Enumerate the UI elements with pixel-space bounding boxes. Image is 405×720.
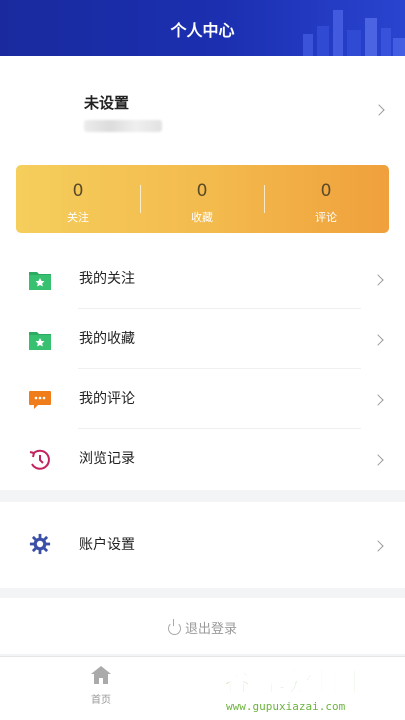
divider <box>78 368 361 369</box>
menu-item-history[interactable]: 浏览记录 <box>0 430 405 489</box>
stat-label: 评论 <box>315 211 337 224</box>
watermark-url: www.gupuxiazai.com <box>226 700 346 713</box>
stat-value: 0 <box>196 181 208 201</box>
profile-name: 未设置 <box>84 94 130 112</box>
menu-label: 我的收藏 <box>79 331 135 347</box>
profile-account-blurred <box>84 120 162 132</box>
logout-row: 退出登录 <box>0 618 405 637</box>
tab-label: 首页 <box>91 695 111 706</box>
menu-item-comments[interactable]: 我的评论 <box>0 370 405 429</box>
tab-home[interactable]: 首页 <box>51 657 151 720</box>
folder-star-icon <box>29 332 51 350</box>
stats-section: 0 关注 0 收藏 0 评论 <box>0 156 405 246</box>
stat-favorites[interactable]: 0 收藏 <box>140 165 264 233</box>
stat-value: 0 <box>320 181 332 201</box>
chevron-right-icon <box>372 540 384 552</box>
menu-item-favorites[interactable]: 我的收藏 <box>0 310 405 369</box>
chevron-right-icon <box>372 394 384 406</box>
page-title: 个人中心 <box>170 21 235 40</box>
folder-star-icon <box>29 272 51 290</box>
stat-comments[interactable]: 0 评论 <box>264 165 388 233</box>
stat-value: 0 <box>72 181 84 201</box>
chevron-right-icon <box>372 334 384 346</box>
chevron-right-icon <box>372 454 384 466</box>
stat-following[interactable]: 0 关注 <box>16 165 140 233</box>
watermark-logo: 谷普软件园 www.gupuxiazai.com <box>220 662 405 720</box>
stat-label: 收藏 <box>191 211 213 224</box>
chevron-right-icon <box>373 104 385 116</box>
logout-button[interactable]: 退出登录 <box>0 598 405 654</box>
menu-item-account-settings[interactable]: 账户设置 <box>0 502 405 588</box>
chevron-right-icon <box>372 274 384 286</box>
gear-icon <box>29 533 51 555</box>
logout-label: 退出登录 <box>184 622 237 637</box>
comment-icon <box>29 391 51 409</box>
menu-label: 浏览记录 <box>79 451 135 467</box>
watermark-title: 谷普软件园 <box>223 668 360 699</box>
divider <box>78 428 361 429</box>
menu-label: 我的关注 <box>79 271 135 287</box>
menu-label: 账户设置 <box>79 537 135 553</box>
stat-label: 关注 <box>67 211 89 224</box>
power-icon <box>167 619 181 635</box>
profile-card[interactable]: 未设置 <box>0 56 405 156</box>
history-clock-icon <box>29 449 50 470</box>
menu-item-following[interactable]: 我的关注 <box>0 250 405 309</box>
menu-list: 我的关注 我的收藏 我的评论 浏览记录 <box>0 246 405 490</box>
header-bar: 个人中心 <box>0 0 405 56</box>
menu-label: 我的评论 <box>79 391 135 407</box>
home-icon <box>91 666 111 684</box>
stats-card: 0 关注 0 收藏 0 评论 <box>16 165 389 233</box>
divider <box>78 308 361 309</box>
